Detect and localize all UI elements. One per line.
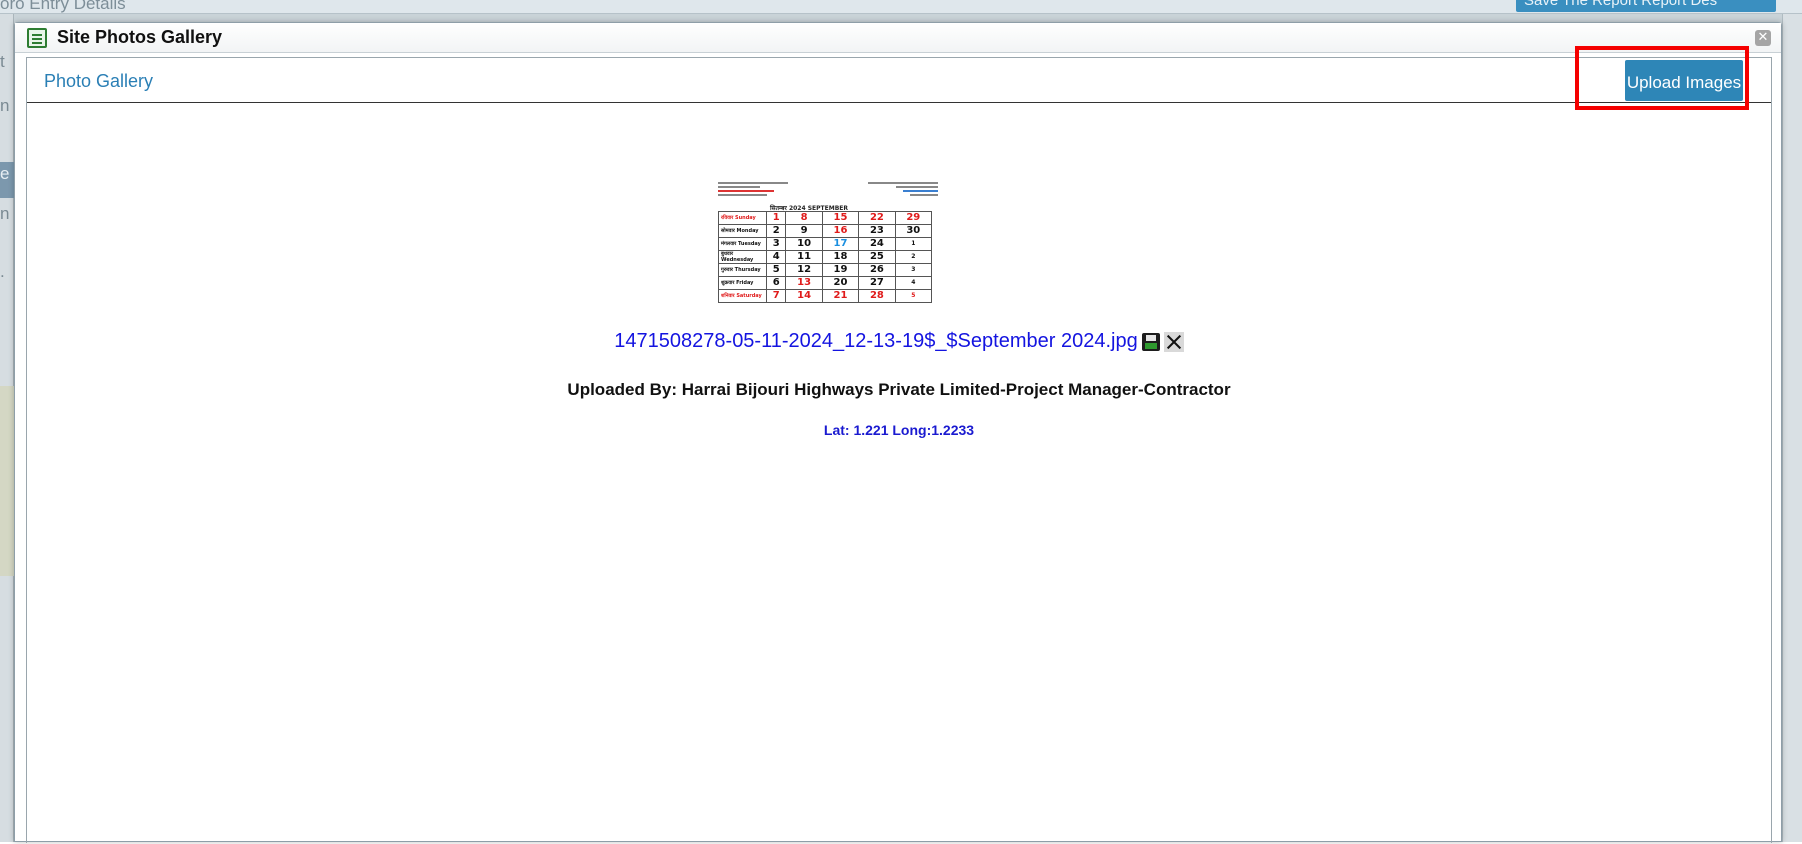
calendar-day-label: शनिवार Saturday — [718, 289, 767, 303]
calendar-date: 3 — [894, 263, 933, 277]
calendar-date: 24 — [858, 237, 896, 251]
calendar-date: 26 — [858, 263, 896, 277]
calendar-day-label: बुधवार Wednesday — [718, 250, 767, 264]
calendar-row: बुधवार Wednesday 4 11 18 25 2 — [718, 250, 933, 264]
calendar-date: 1 — [894, 237, 933, 251]
calendar-date: 28 — [858, 289, 896, 303]
highlight-annotation — [1575, 46, 1749, 110]
calendar-date: 5 — [894, 289, 933, 303]
file-row: 1471508278-05-11-2024_12-13-19$_$Septemb… — [27, 330, 1771, 353]
calendar-date: 11 — [785, 250, 823, 264]
calendar-row: रविवार Sunday 1 8 15 22 29 — [718, 211, 933, 225]
calendar-date: 27 — [858, 276, 896, 290]
calendar-date: 10 — [785, 237, 823, 251]
calendar-date: 1 — [765, 211, 787, 225]
calendar-date: 18 — [821, 250, 860, 264]
dialog-body: Photo Gallery Upload Images सितम्बर 2024… — [26, 46, 1772, 844]
calendar-date: 19 — [821, 263, 860, 277]
calendar-date: 6 — [765, 276, 787, 290]
calendar-date: 20 — [821, 276, 860, 290]
background-title: oro Entry Details — [0, 0, 126, 13]
dialog-title: Site Photos Gallery — [57, 27, 223, 47]
calendar-day-label: सोमवार Monday — [718, 224, 767, 238]
calendar-date: 15 — [821, 211, 860, 225]
background-glyph: e — [0, 164, 10, 183]
calendar-date: 29 — [894, 211, 933, 225]
calendar-date: 2 — [894, 250, 933, 264]
tab-photo-gallery[interactable]: Photo Gallery — [44, 71, 153, 92]
calendar-date: 21 — [821, 289, 860, 303]
sheet-icon — [27, 28, 47, 48]
calendar-date: 17 — [821, 237, 860, 251]
calendar-date: 12 — [785, 263, 823, 277]
background-right-panel — [1782, 14, 1802, 842]
close-icon[interactable]: ✕ — [1755, 30, 1771, 46]
calendar-date: 5 — [765, 263, 787, 277]
calendar-date: 30 — [894, 224, 933, 238]
calendar-date: 3 — [765, 237, 787, 251]
uploaded-by-text: Uploaded By: Harrai Bijouri Highways Pri… — [567, 380, 1231, 399]
save-icon[interactable] — [1141, 332, 1160, 351]
calendar-row: शुक्रवार Friday 6 13 20 27 4 — [718, 276, 933, 290]
calendar-date: 13 — [785, 276, 823, 290]
calendar-day-label: मंगलवार Tuesday — [718, 237, 767, 251]
calendar-row: गुरुवार Thursday 5 12 19 26 3 — [718, 263, 933, 277]
site-photos-dialog: Site Photos Gallery ✕ Photo Gallery Uplo… — [14, 22, 1782, 844]
calendar-day-label: रविवार Sunday — [718, 211, 767, 225]
calendar-date: 23 — [858, 224, 896, 238]
calendar-date: 16 — [821, 224, 860, 238]
photo-thumbnail[interactable]: सितम्बर 2024 SEPTEMBER रविवार Sunday 1 8 15… — [714, 179, 942, 317]
thumbnail-calendar: रविवार Sunday 1 8 15 22 29 सोमवार Monday 2 9 16 23… — [718, 211, 933, 303]
calendar-date: 22 — [858, 211, 896, 225]
background-left-panel: t n e n . — [0, 14, 14, 842]
dialog-titlebar[interactable]: Site Photos Gallery ✕ — [15, 23, 1781, 53]
gallery-content: सितम्बर 2024 SEPTEMBER रविवार Sunday 1 8 15… — [27, 104, 1771, 844]
calendar-row: शनिवार Saturday 7 14 21 28 5 — [718, 289, 933, 303]
calendar-date: 25 — [858, 250, 896, 264]
gallery-tabbar: Photo Gallery Upload Images — [27, 46, 1771, 110]
calendar-date: 9 — [785, 224, 823, 238]
calendar-date: 2 — [765, 224, 787, 238]
thumbnail-header — [718, 181, 938, 203]
calendar-date: 4 — [765, 250, 787, 264]
background-glyph: n — [0, 96, 10, 115]
background-glyph: n — [0, 204, 10, 223]
calendar-date: 14 — [785, 289, 823, 303]
calendar-row: सोमवार Monday 2 9 16 23 30 — [718, 224, 933, 238]
calendar-row: मंगलवार Tuesday 3 10 17 24 1 — [718, 237, 933, 251]
background-save-button: Save The Report Report Des — [1516, 0, 1776, 12]
photo-file-link[interactable]: 1471508278-05-11-2024_12-13-19$_$Septemb… — [614, 330, 1137, 352]
calendar-day-label: गुरुवार Thursday — [718, 263, 767, 277]
delete-icon[interactable] — [1163, 331, 1184, 352]
lat-long-text: Lat: 1.221 Long:1.2233 — [823, 422, 975, 438]
background-glyph: . — [0, 262, 5, 281]
background-map-block — [0, 386, 14, 576]
calendar-date: 4 — [894, 276, 933, 290]
calendar-date: 8 — [785, 211, 823, 225]
calendar-day-label: शुक्रवार Friday — [718, 276, 767, 290]
background-header: oro Entry Details Save The Report Report… — [0, 0, 1802, 14]
calendar-date: 7 — [765, 289, 787, 303]
background-glyph: t — [0, 52, 5, 71]
